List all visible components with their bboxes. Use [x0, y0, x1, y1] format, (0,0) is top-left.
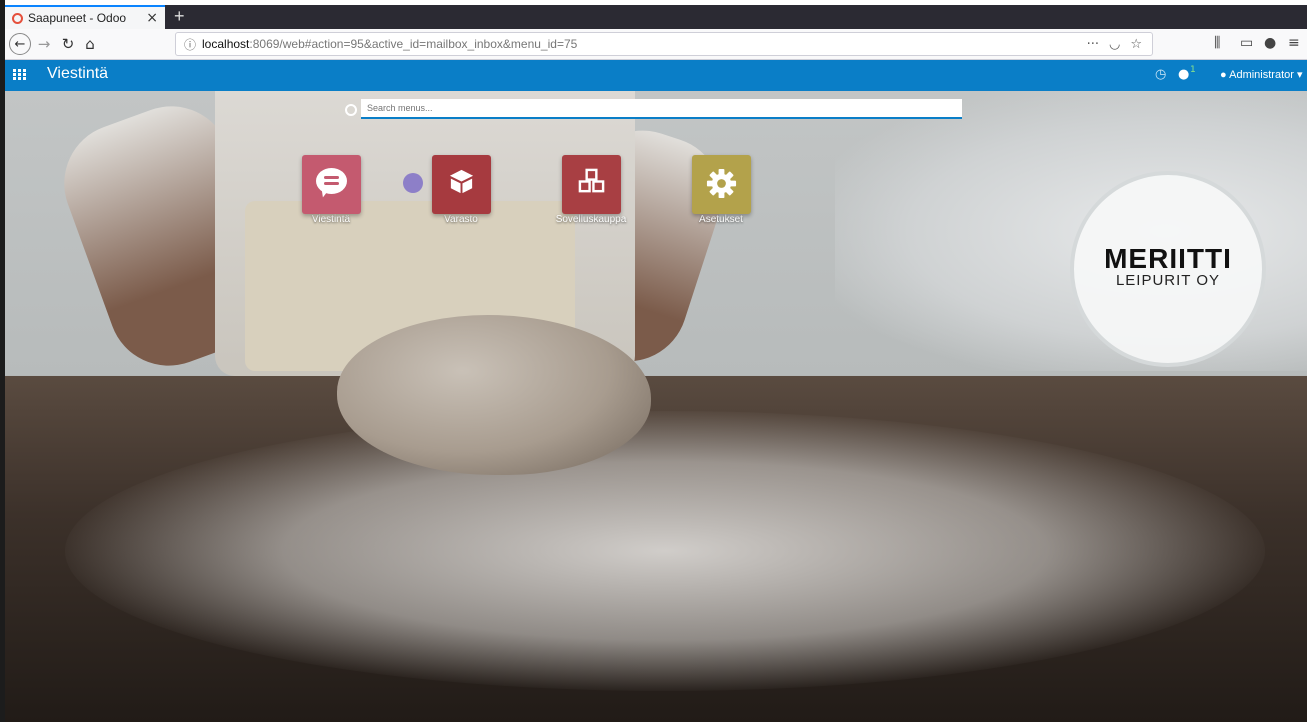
- forward-icon[interactable]: →: [33, 33, 55, 55]
- odoo-favicon-icon: [12, 12, 23, 24]
- search-menus-input[interactable]: [361, 99, 962, 119]
- background-dough: [337, 315, 651, 475]
- site-info-icon[interactable]: ⓘ: [184, 36, 196, 53]
- app-tile[interactable]: [301, 155, 361, 214]
- tab-title: Saapuneet - Odoo: [28, 11, 127, 25]
- gear-icon: [706, 168, 736, 199]
- current-app-title[interactable]: Viestintä: [47, 65, 108, 83]
- search-icon: [345, 104, 357, 116]
- url-bar[interactable]: ⓘ localhost:8069/web#action=95&active_id…: [175, 32, 1153, 56]
- cubes-icon: [578, 168, 604, 193]
- activity-clock-icon[interactable]: ◷: [1155, 67, 1166, 82]
- app-viestinta[interactable]: Viestintä: [271, 155, 391, 225]
- bookmark-star-icon[interactable]: ☆: [1130, 37, 1142, 52]
- navigation-bar: ← → ↻ ⌂ ⓘ localhost:8069/web#action=95&a…: [5, 29, 1307, 60]
- chat-icon[interactable]: ●: [1178, 67, 1189, 82]
- app-tile[interactable]: [691, 155, 751, 214]
- back-icon[interactable]: ←: [9, 33, 31, 55]
- app-varasto[interactable]: Varasto: [401, 155, 521, 225]
- logo-title: MERIITTI: [1104, 243, 1232, 274]
- new-tab-button[interactable]: +: [174, 6, 185, 27]
- company-logo: MERIITTI LEIPURIT OY: [1070, 171, 1266, 367]
- url-path: :8069/web#action=95&active_id=mailbox_in…: [249, 37, 578, 51]
- app-label: Sovelluskauppa: [555, 214, 627, 225]
- app-tile[interactable]: [431, 155, 491, 214]
- close-tab-icon[interactable]: ×: [146, 10, 158, 26]
- app-tile[interactable]: [561, 155, 621, 214]
- chat-bubble-icon: [315, 168, 347, 194]
- box-icon: [449, 169, 473, 194]
- background-flour: [65, 411, 1265, 691]
- odoo-main-navbar: Viestintä ◷ ● 1 ● Administrator ▾: [5, 60, 1307, 91]
- app-menu-grid-icon[interactable]: [13, 69, 26, 80]
- app-label: Varasto: [444, 214, 478, 225]
- home-background: Viestintä Varasto Sovelluskauppa: [5, 91, 1307, 722]
- library-icon[interactable]: ⫼: [1214, 35, 1220, 51]
- reload-icon[interactable]: ↻: [57, 33, 79, 55]
- url-host: localhost: [202, 37, 250, 51]
- tab-strip: Saapuneet - Odoo × +: [5, 5, 1307, 29]
- url-text: localhost:8069/web#action=95&active_id=m…: [202, 37, 1087, 51]
- chat-count-badge: 1: [1190, 65, 1196, 75]
- page-actions-icon[interactable]: ···: [1087, 37, 1099, 52]
- app-label: Viestintä: [311, 214, 351, 225]
- sidebar-icon[interactable]: ▭: [1240, 35, 1253, 51]
- app-sovelluskauppa[interactable]: Sovelluskauppa: [531, 155, 651, 225]
- home-icon[interactable]: ⌂: [79, 33, 101, 55]
- extension-icon[interactable]: ●: [1264, 35, 1276, 51]
- user-icon: ●: [1220, 69, 1227, 81]
- pocket-icon[interactable]: ◡: [1109, 37, 1120, 52]
- app-label: Asetukset: [699, 214, 743, 225]
- logo-subtitle: LEIPURIT OY: [1115, 272, 1221, 289]
- browser-window: Saapuneet - Odoo × + ← → ↻ ⌂ ⓘ localhost…: [5, 5, 1307, 722]
- user-caret-icon: ▾: [1296, 69, 1303, 81]
- user-menu[interactable]: ● Administrator ▾: [1220, 68, 1303, 81]
- app-asetukset[interactable]: Asetukset: [661, 155, 781, 225]
- browser-tab[interactable]: Saapuneet - Odoo ×: [5, 5, 165, 29]
- menu-icon[interactable]: ≡: [1288, 35, 1300, 51]
- user-name: Administrator: [1229, 69, 1294, 81]
